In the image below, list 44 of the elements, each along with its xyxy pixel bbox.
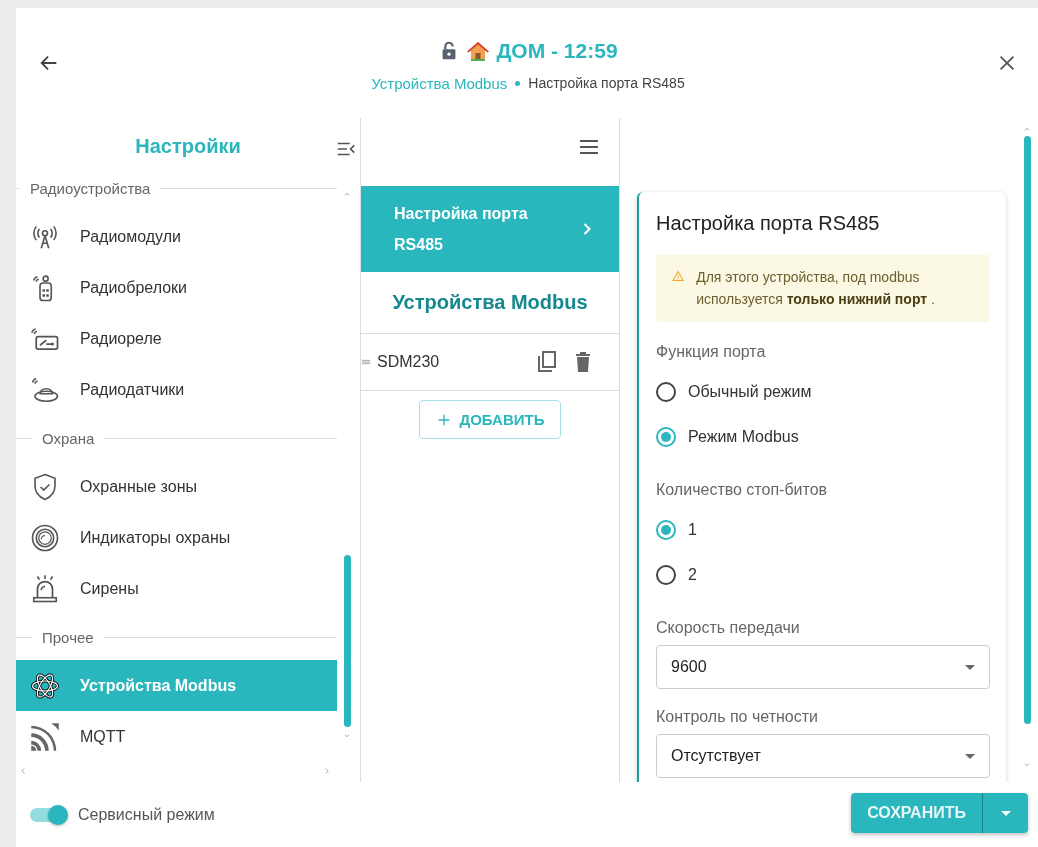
atom-icon: [30, 670, 60, 701]
sidebar-item[interactable]: Радиобрелоки: [16, 262, 337, 313]
field-label: Скорость передачи: [656, 619, 801, 637]
toggle-label: Сервисный режим: [78, 805, 215, 824]
sidebar-title: Настройки: [135, 135, 241, 158]
sidebar-item[interactable]: Охранные зоны: [16, 461, 337, 512]
sidebar-item[interactable]: Индикаторы охраны: [16, 512, 337, 563]
sidebar-item[interactable]: MQTT: [16, 711, 337, 760]
field-label: Функция порта: [656, 343, 767, 361]
radio-button[interactable]: [656, 564, 676, 585]
card-title: Настройка порта RS485: [656, 212, 881, 235]
radio-label: 2: [688, 565, 697, 584]
select-field[interactable]: Отсутствует: [656, 734, 990, 778]
scrollbar-thumb[interactable]: [1023, 136, 1031, 724]
target-circle-icon: [30, 522, 60, 553]
field-label: Контроль по четности: [656, 708, 819, 726]
window-title: ДОМ - 12:59: [496, 38, 618, 63]
select-field[interactable]: 9600: [656, 645, 990, 689]
section-label: Прочее: [42, 628, 94, 646]
radio-label: Режим Modbus: [688, 427, 799, 446]
sidebar-item[interactable]: Радиодатчики: [16, 364, 337, 415]
radio-label: Обычный режим: [688, 382, 812, 401]
radio-button[interactable]: [656, 426, 676, 447]
sidebar-item[interactable]: Сирены: [16, 563, 337, 614]
alert-text: Для этого устройства, под modbus используется только нижний порт .: [696, 268, 936, 309]
dropdown-caret-icon: [965, 664, 975, 670]
signal-arcs-icon: [30, 721, 60, 752]
toggle-switch[interactable]: [30, 804, 68, 825]
dropdown-caret-icon: [965, 753, 975, 759]
section-label: Радиоустройства: [30, 179, 151, 197]
breadcrumb-current: Настройка порта RS485: [528, 75, 685, 91]
field-label: Количество стоп-битов: [656, 481, 829, 499]
dropdown-caret-icon: [1000, 810, 1011, 816]
sidebar-item[interactable]: Радиореле: [16, 313, 337, 364]
sidebar-item[interactable]: Радиомодули: [16, 211, 337, 262]
copy-icon[interactable]: [535, 350, 559, 374]
radio-button[interactable]: [656, 519, 676, 540]
device-name: SDM230: [377, 353, 441, 371]
radio-label: 1: [688, 520, 697, 539]
section-label: Охрана: [42, 429, 95, 447]
scrollbar-thumb[interactable]: [343, 555, 351, 727]
siren-icon: [30, 573, 60, 604]
list-title: Устройства Modbus: [361, 272, 619, 334]
radio-button[interactable]: [656, 381, 676, 402]
